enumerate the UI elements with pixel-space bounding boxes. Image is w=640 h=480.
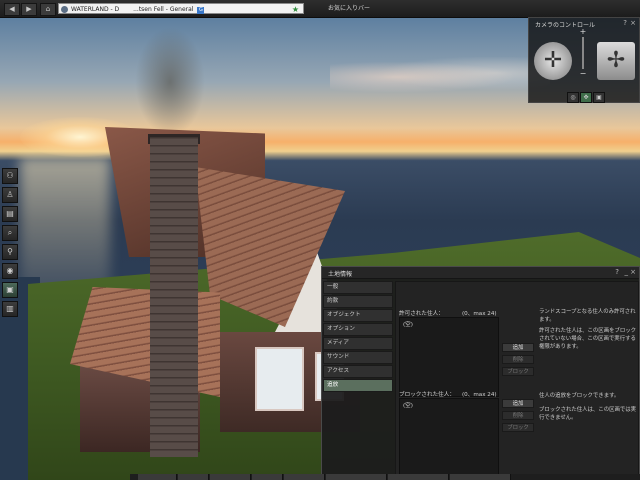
list-item[interactable]: (空)	[400, 399, 498, 411]
orbit-joystick[interactable]: ✛	[534, 42, 572, 80]
move-arrows-icon: ✢	[606, 48, 626, 73]
bottom-button[interactable]	[138, 474, 177, 480]
land-tabs: 一般 約款 オブジェクト オプション メディア サウンド アクセス 追放	[323, 281, 393, 393]
location-name: WATERLAND - D	[71, 6, 120, 13]
zoom-slider[interactable]: + −	[578, 27, 588, 79]
list-item[interactable]: (空)	[400, 318, 498, 330]
tab-sound[interactable]: サウンド	[323, 351, 393, 364]
panel-titlebar[interactable]: 土地情報 ? _ ×	[322, 267, 639, 279]
about-land-panel: 土地情報 ? _ × 一般 約款 オブジェクト オプション メディア サウンド …	[321, 266, 640, 480]
panel-title: 土地情報	[328, 271, 353, 278]
tab-banned[interactable]: 追放	[323, 379, 393, 392]
forward-arrow-icon[interactable]: ▶	[21, 3, 37, 16]
camera-view-mode[interactable]: ◎	[567, 92, 579, 103]
map-icon[interactable]: ▥	[2, 301, 18, 317]
sky-clouds	[330, 57, 550, 97]
location-input[interactable]: WATERLAND - D ...tsen Fell - General G ★	[58, 3, 304, 14]
close-icon[interactable]: ×	[630, 19, 636, 27]
tab-objects[interactable]: オブジェクト	[323, 309, 393, 322]
house-window	[255, 347, 304, 411]
star-icon[interactable]: ★	[292, 4, 299, 15]
blocked-label: ブロックされた住人：	[399, 392, 455, 398]
help-icon[interactable]: ?	[623, 19, 627, 27]
camera-preset-mode[interactable]: ▣	[593, 92, 605, 103]
favorites-bar[interactable]: お気に入りバー	[322, 3, 640, 14]
allowed-label: 許可された住人：	[399, 311, 444, 317]
back-arrow-icon[interactable]: ◀	[4, 3, 20, 16]
allowed-remove-button[interactable]: 削除	[502, 355, 534, 364]
chimney-smoke	[135, 27, 205, 137]
allowed-note-1: ランドスコープとなる住人のみ許可されます。	[539, 309, 636, 323]
tab-access[interactable]: アクセス	[323, 365, 393, 378]
tab-options[interactable]: オプション	[323, 323, 393, 336]
help-icon[interactable]: ?	[615, 268, 619, 276]
blocked-max: (0、max 24)	[462, 392, 497, 398]
bottom-button[interactable]	[284, 474, 325, 480]
blocked-note-2: ブロックされた住人は、この区画では実行できません。	[539, 407, 637, 421]
zoom-out-icon[interactable]: −	[578, 69, 588, 78]
navigation-bar: ◀ ▶ ⌂ WATERLAND - D ...tsen Fell - Gener…	[0, 0, 640, 18]
access-tab-body: 許可された住人： (0、max 24) (空) 追加 削除 ブロック ランドスコ…	[395, 281, 639, 479]
people-icon[interactable]: ⚇	[2, 168, 18, 184]
bottom-button[interactable]	[388, 474, 449, 480]
chimney	[150, 137, 198, 457]
tab-general[interactable]: 一般	[323, 281, 393, 294]
zoom-track[interactable]	[582, 37, 584, 69]
bottom-button[interactable]	[326, 474, 387, 480]
allowed-block-button[interactable]: ブロック	[502, 367, 534, 376]
bottom-button[interactable]	[178, 474, 209, 480]
bottom-button[interactable]	[210, 474, 251, 480]
home-icon[interactable]: ⌂	[40, 3, 56, 16]
bottom-button[interactable]	[252, 474, 283, 480]
blocked-remove-button[interactable]: 削除	[502, 411, 534, 420]
blocked-list[interactable]: (空)	[399, 398, 499, 476]
allowed-max: (0、max 24)	[462, 311, 497, 317]
zoom-in-icon[interactable]: +	[578, 27, 588, 36]
place-icon[interactable]: ⚲	[2, 244, 18, 260]
pan-joystick[interactable]: ✢	[597, 42, 635, 80]
left-toolbar: ⚇ ♙ ▤ ⌕ ⚲ ◉ ▣ ▥	[0, 168, 20, 322]
bottom-toolbar	[130, 474, 640, 480]
cross-arrows-icon: ✛	[543, 48, 563, 73]
blocked-block-button[interactable]: ブロック	[502, 423, 534, 432]
allowed-list[interactable]: (空)	[399, 317, 499, 397]
region-icon	[61, 6, 68, 13]
camera-icon[interactable]: ▣	[2, 282, 18, 298]
tab-media[interactable]: メディア	[323, 337, 393, 350]
appearance-icon[interactable]: ♙	[2, 187, 18, 203]
minimize-icon[interactable]: _	[625, 268, 629, 276]
bottom-button[interactable]	[450, 474, 511, 480]
allowed-add-button[interactable]: 追加	[502, 343, 534, 352]
allowed-note-2: 許可された住人は、この区画をブロックされていない場合、この区画で実行する権限があ…	[539, 328, 637, 350]
maturity-badge: G	[197, 7, 205, 14]
tab-covenant[interactable]: 約款	[323, 295, 393, 308]
close-icon[interactable]: ×	[630, 268, 636, 276]
camera-object-mode[interactable]: ✥	[580, 92, 592, 103]
search-icon[interactable]: ⌕	[2, 225, 18, 241]
compass-icon[interactable]: ◉	[2, 263, 18, 279]
blocked-note-1: 住人の追放をブロックできます。	[539, 393, 620, 399]
blocked-add-button[interactable]: 追加	[502, 399, 534, 408]
location-parcel: ...tsen Fell - General	[133, 6, 194, 13]
inventory-icon[interactable]: ▤	[2, 206, 18, 222]
